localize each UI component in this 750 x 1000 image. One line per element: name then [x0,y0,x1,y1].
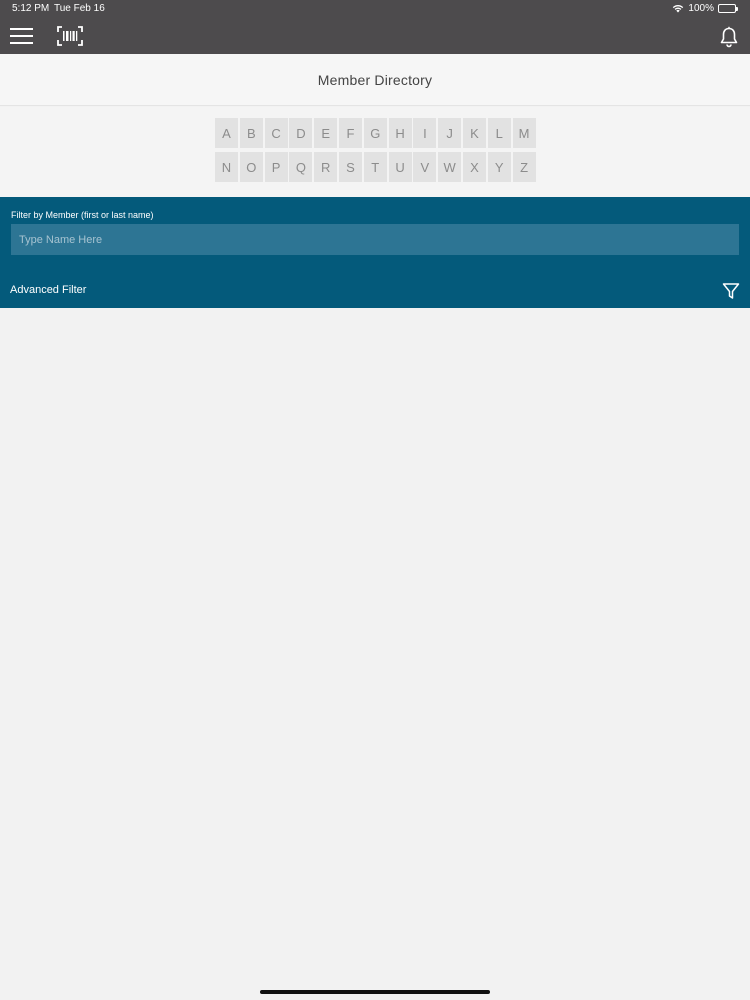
barcode-scan-icon[interactable] [57,26,83,46]
status-date: Tue Feb 16 [54,3,105,14]
bell-icon[interactable] [718,26,740,48]
letter-k[interactable]: K [462,118,486,148]
letter-q[interactable]: Q [289,152,313,182]
letter-w[interactable]: W [438,152,462,182]
status-bar: 5:12 PM Tue Feb 16 100% [0,0,750,18]
letter-l[interactable]: L [487,118,511,148]
letter-m[interactable]: M [512,118,536,148]
letter-n[interactable]: N [215,152,238,182]
battery-percent: 100% [688,3,714,14]
letter-x[interactable]: X [462,152,486,182]
status-right: 100% [672,3,738,14]
menu-icon[interactable] [10,26,34,46]
letter-y[interactable]: Y [487,152,511,182]
letter-i[interactable]: I [413,118,437,148]
alphabet-index: ABCDEFGHIJKLM NOPQRSTUVWXYZ [0,107,750,197]
letter-b[interactable]: B [239,118,263,148]
status-time: 5:12 PM [12,3,50,14]
top-bar: 5:12 PM Tue Feb 16 100% [0,0,750,54]
battery-icon [718,4,738,13]
home-indicator[interactable] [260,990,490,994]
letter-e[interactable]: E [314,118,338,148]
advanced-filter-link[interactable]: Advanced Filter [10,284,86,296]
title-bar: Member Directory [0,54,750,106]
letter-a[interactable]: A [215,118,238,148]
letter-r[interactable]: R [314,152,338,182]
letter-t[interactable]: T [363,152,387,182]
letter-d[interactable]: D [289,118,313,148]
letter-v[interactable]: V [413,152,437,182]
letter-u[interactable]: U [388,152,412,182]
letter-o[interactable]: O [239,152,263,182]
filter-panel: Filter by Member (first or last name) Ad… [0,197,750,308]
letter-s[interactable]: S [338,152,362,182]
letter-p[interactable]: P [264,152,288,182]
letter-h[interactable]: H [388,118,412,148]
letter-c[interactable]: C [264,118,288,148]
member-name-input[interactable] [11,224,739,255]
alphabet-grid: ABCDEFGHIJKLM NOPQRSTUVWXYZ [215,118,536,182]
letter-z[interactable]: Z [512,152,536,182]
funnel-icon[interactable] [722,282,740,300]
letter-j[interactable]: J [438,118,462,148]
wifi-icon [673,4,684,13]
filter-label: Filter by Member (first or last name) [11,210,154,220]
letter-g[interactable]: G [363,118,387,148]
letter-f[interactable]: F [338,118,362,148]
page-title: Member Directory [317,71,433,88]
